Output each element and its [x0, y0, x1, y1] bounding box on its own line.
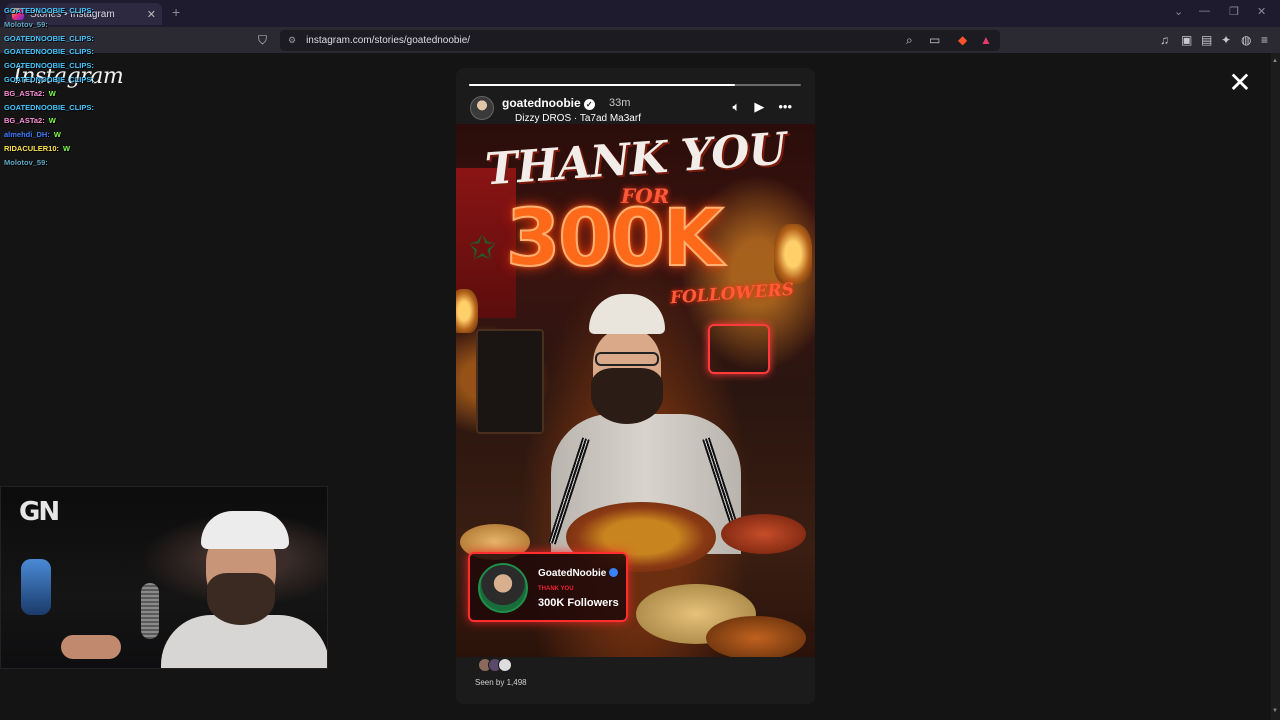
- verified-icon: [609, 568, 619, 577]
- webcam-overlay: GN: [0, 486, 328, 669]
- chat-text: W: [48, 88, 56, 98]
- bookmark-icon[interactable]: ⛉: [258, 33, 267, 48]
- chat-message: GOATEDNOOBIE_CLIPS:: [4, 45, 134, 59]
- microphone: [141, 583, 159, 639]
- chat-text: W: [48, 116, 56, 126]
- chat-username: GOATEDNOOBIE_CLIPS:: [4, 74, 94, 84]
- figurine: [21, 559, 51, 615]
- new-tab-button[interactable]: +: [172, 4, 180, 20]
- lantern: [774, 224, 812, 284]
- chat-username: almehdi_DH:: [4, 130, 50, 140]
- zoom-icon[interactable]: ⌕: [906, 33, 913, 48]
- chat-username: GOATEDNOOBIE_CLIPS:: [4, 33, 94, 43]
- story-progress-fill: [469, 84, 735, 86]
- chat-username: GOATEDNOOBIE_CLIPS:: [4, 102, 94, 112]
- verified-icon: ✓: [583, 99, 595, 110]
- chat-message: GOATEDNOOBIE_CLIPS:: [4, 73, 134, 87]
- badge-count: 300K Followers: [538, 597, 619, 609]
- bowl: [721, 514, 806, 554]
- badge-name-row: GoatedNoobie: [538, 568, 619, 579]
- site-info-icon[interactable]: ⚙: [288, 35, 296, 46]
- story-progress-bar: [469, 84, 801, 86]
- chat-username: BG_ASTa2:: [4, 88, 45, 98]
- chat-username: RIDACULER10:: [4, 143, 60, 153]
- chat-message: RIDACULER10: W: [4, 142, 134, 156]
- story-username[interactable]: goatednoobie: [502, 96, 581, 110]
- story-image[interactable]: ✩ THANK YOU FOR 300K FOLLOWERS GoatedNoo…: [456, 124, 815, 657]
- cast-icon[interactable]: ▭: [929, 33, 940, 47]
- chat-message: almehdi_DH: W: [4, 128, 134, 142]
- story-time: 33m: [609, 97, 631, 109]
- streamer-beard: [207, 573, 275, 625]
- chat-message: GOATEDNOOBIE_CLIPS:: [4, 4, 134, 18]
- chat-message: GOATEDNOOBIE_CLIPS:: [4, 101, 134, 115]
- chalkboard-sign: [476, 329, 544, 434]
- scroll-up-icon[interactable]: ▲: [1272, 58, 1278, 64]
- streamer-cap: [201, 511, 289, 549]
- more-options-icon[interactable]: •••: [778, 99, 792, 115]
- wallet-icon[interactable]: ▤: [1201, 33, 1212, 47]
- address-bar[interactable]: ⚙ instagram.com/stories/goatednoobie/: [280, 30, 1000, 51]
- browser-toolbar: ⛉ ⚙ instagram.com/stories/goatednoobie/ …: [0, 27, 1280, 53]
- badge-avatar: [478, 563, 528, 613]
- story-footer[interactable]: Seen by 1,498: [474, 658, 674, 698]
- brave-rewards-icon[interactable]: ▲: [980, 33, 992, 47]
- tab-bar: Stories • Instagram ✕ + ⌄ — ❐ ✕: [0, 0, 1280, 27]
- chat-message: GOATEDNOOBIE_CLIPS:: [4, 59, 134, 73]
- chat-username: Molotov_59:: [4, 157, 48, 167]
- story-username-row[interactable]: goatednoobie ✓: [502, 96, 595, 110]
- chat-username: BG_ASTa2:: [4, 116, 45, 126]
- chat-message: Molotov_59:: [4, 18, 134, 32]
- chat-text: W: [53, 130, 61, 140]
- chat-message: GOATEDNOOBIE_CLIPS:: [4, 32, 134, 46]
- volume-icon[interactable]: 🔈︎: [733, 99, 741, 115]
- viewer-avatars: [478, 658, 512, 672]
- beard: [591, 368, 663, 424]
- restore-icon[interactable]: ❐: [1229, 5, 1239, 18]
- glasses: [595, 352, 659, 366]
- lantern: [456, 289, 478, 333]
- tab-list-icon[interactable]: ⌄: [1174, 5, 1183, 18]
- story-controls: 🔈︎ ▶ •••: [733, 99, 792, 115]
- leo-ai-icon[interactable]: ✦: [1221, 33, 1231, 47]
- headline-number: 300K: [505, 193, 724, 285]
- badge-subtitle: THANK YOU: [538, 586, 574, 592]
- story-music-label[interactable]: Dizzy DROS · Ta7ad Ma3arf: [515, 113, 641, 124]
- channel-logo: GN: [19, 497, 60, 527]
- soup-bowl: [706, 616, 806, 657]
- scroll-down-icon[interactable]: ▼: [1272, 708, 1278, 714]
- chat-message: BG_ASTa2: W: [4, 87, 134, 101]
- chat-overlay: GOATEDNOOBIE_CLIPS: Molotov_59: GOATEDNOOB…: [4, 4, 134, 170]
- chat-message: Molotov_59:: [4, 156, 134, 170]
- close-tab-icon[interactable]: ✕: [147, 8, 156, 21]
- viewer-avatar: [498, 658, 512, 672]
- chat-username: Molotov_59:: [4, 19, 48, 29]
- close-story-button[interactable]: ✕: [1228, 69, 1252, 97]
- streamer-hand: [61, 635, 121, 659]
- star-icon: ✩: [468, 229, 497, 267]
- menu-icon[interactable]: ≡: [1261, 33, 1268, 47]
- play-icon[interactable]: ▶: [754, 99, 764, 115]
- chat-message: BG_ASTa2: W: [4, 114, 134, 128]
- seen-by-count[interactable]: Seen by 1,498: [475, 678, 527, 687]
- vpn-icon[interactable]: ◍: [1241, 33, 1251, 47]
- minimize-icon[interactable]: —: [1199, 5, 1210, 17]
- story-avatar[interactable]: [470, 96, 494, 120]
- chat-text: W: [63, 143, 71, 153]
- badge-name: GoatedNoobie: [538, 568, 607, 579]
- close-window-icon[interactable]: ✕: [1257, 5, 1266, 18]
- story-viewer[interactable]: goatednoobie ✓ 33m Dizzy DROS · Ta7ad Ma3…: [456, 68, 815, 704]
- brave-shields-icon[interactable]: ◆: [958, 33, 967, 47]
- sidebar-icon[interactable]: ▣: [1181, 33, 1192, 47]
- followers-badge: GoatedNoobie THANK YOU 300K Followers: [468, 552, 628, 622]
- chat-username: GOATEDNOOBIE_CLIPS:: [4, 47, 94, 57]
- cap: [589, 294, 665, 334]
- chat-username: GOATEDNOOBIE_CLIPS:: [4, 6, 94, 15]
- media-icon[interactable]: ♫: [1160, 33, 1169, 47]
- chat-username: GOATEDNOOBIE_CLIPS:: [4, 61, 94, 71]
- url-text: instagram.com/stories/goatednoobie/: [306, 35, 471, 46]
- scrollbar[interactable]: [1271, 53, 1280, 720]
